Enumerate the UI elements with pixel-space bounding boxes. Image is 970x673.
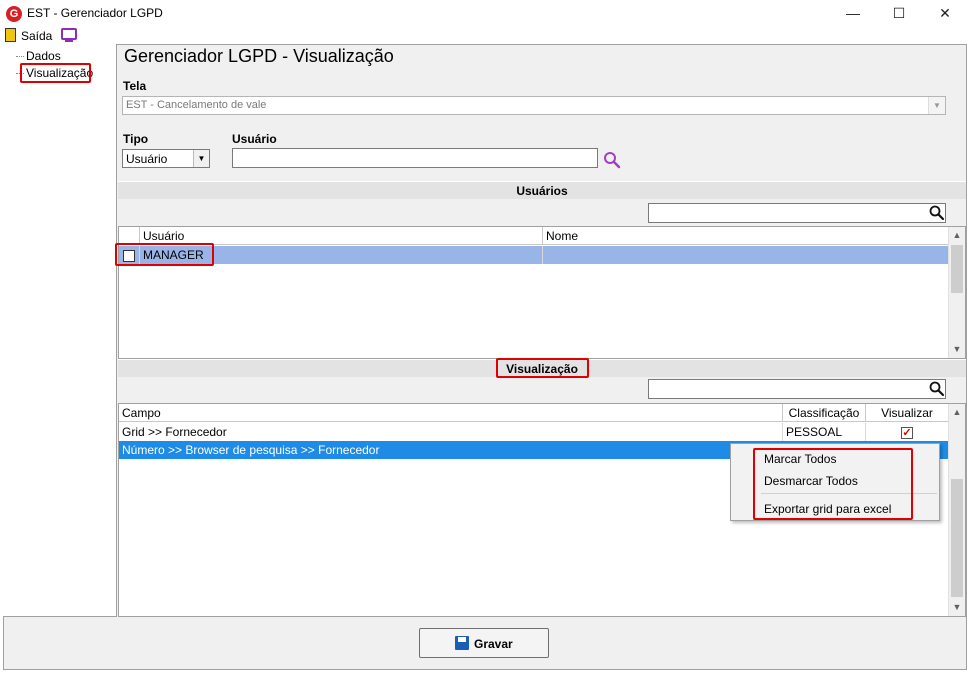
usuario-label: Usuário (232, 132, 277, 146)
cell-nome (543, 246, 949, 264)
minimize-button[interactable]: — (830, 0, 876, 27)
grid-header-campo[interactable]: Campo (119, 404, 783, 422)
table-row[interactable]: MANAGER (119, 246, 949, 264)
grid-header-classificacao[interactable]: Classificação (783, 404, 866, 422)
monitor-stand-icon (65, 40, 73, 42)
grid-header-visualizar[interactable]: Visualizar (866, 404, 949, 422)
scroll-thumb[interactable] (951, 245, 963, 293)
page-title: Gerenciador LGPD - Visualização (124, 46, 394, 66)
search-icon[interactable] (602, 150, 622, 170)
cell-campo: Número >> Browser de pesquisa >> Fornece… (122, 443, 380, 457)
cell-campo: Grid >> Fornecedor (119, 423, 783, 441)
scroll-up-icon[interactable]: ▲ (949, 404, 965, 421)
save-button-label: Gravar (474, 637, 513, 651)
scroll-down-icon[interactable]: ▼ (949, 599, 965, 616)
visualizar-checkbox[interactable]: ✓ (901, 427, 913, 439)
tela-select[interactable]: EST - Cancelamento de vale (122, 96, 946, 115)
cell-visualizar: ✓ (866, 423, 949, 441)
highlight-box (753, 448, 913, 520)
floppy-disk-label-icon (458, 637, 466, 642)
vertical-scrollbar[interactable]: ▲ ▼ (948, 404, 965, 616)
search-icon[interactable] (928, 380, 946, 398)
search-icon[interactable] (928, 204, 946, 222)
maximize-button[interactable]: ☐ (876, 0, 922, 27)
highlight-box (496, 358, 589, 378)
tela-label: Tela (123, 79, 147, 93)
exit-menu-item[interactable]: Saída (21, 29, 52, 43)
highlight-box (20, 63, 91, 83)
monitor-icon[interactable] (61, 28, 77, 40)
cell-classificacao: PESSOAL (783, 423, 866, 441)
menu-bar (0, 27, 970, 45)
highlight-box (115, 243, 214, 266)
tree-panel (3, 44, 117, 617)
chevron-down-icon[interactable]: ▼ (193, 150, 209, 167)
usuario-input[interactable] (232, 148, 598, 168)
chevron-down-icon[interactable]: ▼ (928, 97, 945, 114)
vertical-scrollbar[interactable]: ▲ ▼ (948, 227, 965, 358)
table-row[interactable]: Grid >> Fornecedor PESSOAL ✓ (119, 423, 949, 441)
tree-connector (16, 56, 24, 57)
tipo-label: Tipo (123, 132, 149, 146)
exit-door-icon[interactable] (5, 28, 16, 42)
scroll-down-icon[interactable]: ▼ (949, 341, 965, 358)
close-button[interactable]: ✕ (922, 0, 968, 27)
app-logo-icon: G (6, 6, 22, 22)
usuarios-grid: Usuário Nome MANAGER ▲ ▼ (118, 226, 966, 359)
usuarios-section-header: Usuários (118, 181, 966, 199)
scroll-up-icon[interactable]: ▲ (949, 227, 965, 244)
visualizacao-grid-search-input[interactable] (648, 379, 946, 399)
usuarios-grid-search-input[interactable] (648, 203, 946, 223)
tree-item-dados[interactable]: Dados (26, 49, 61, 63)
grid-header-nome[interactable]: Nome (543, 227, 949, 245)
window-title: EST - Gerenciador LGPD (27, 6, 163, 20)
scroll-thumb[interactable] (951, 479, 963, 597)
